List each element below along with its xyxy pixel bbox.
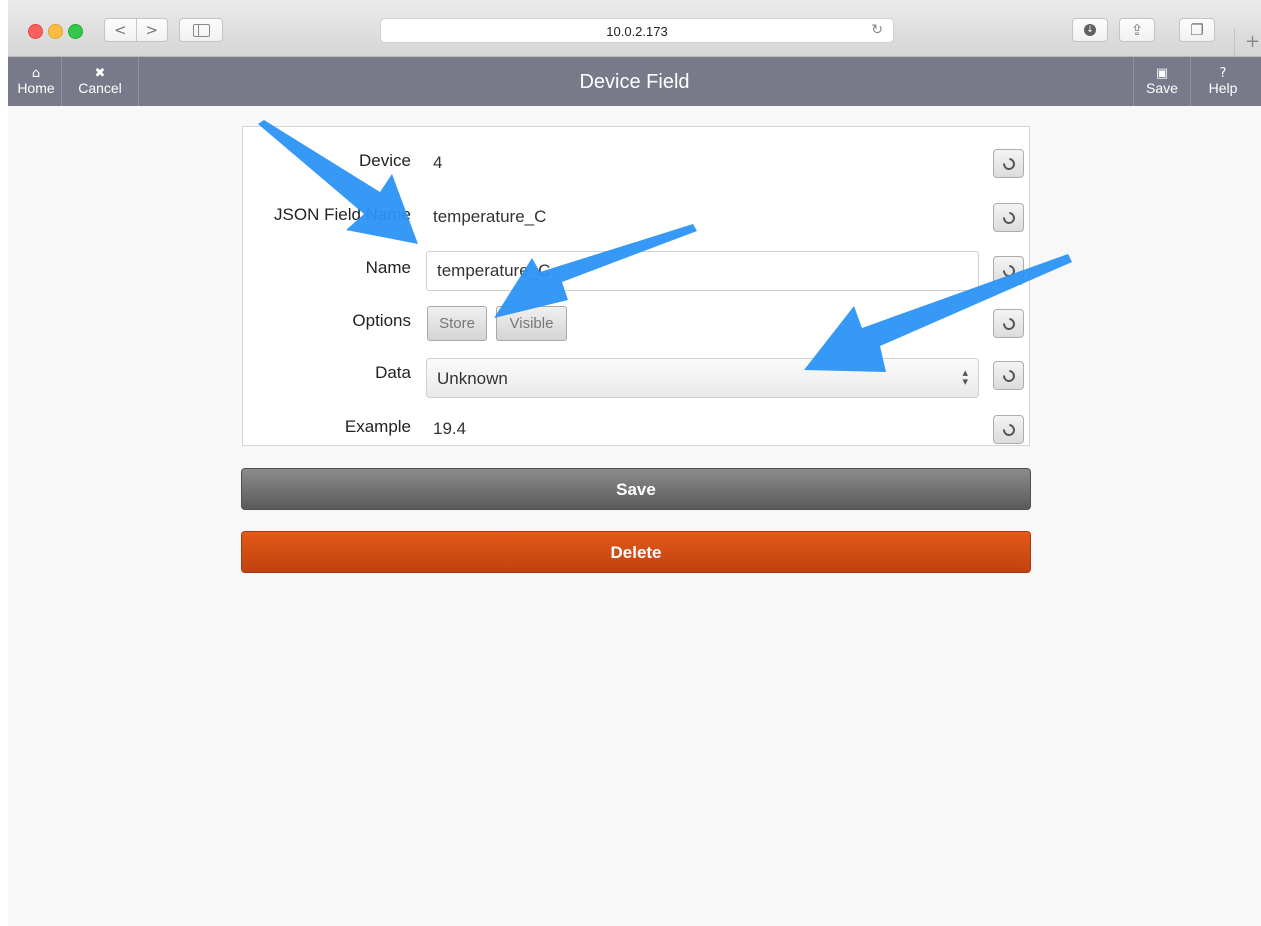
reset-icon [1000, 421, 1017, 438]
delete-button[interactable]: Delete [241, 531, 1031, 573]
device-label: Device [359, 151, 411, 170]
save-icon: ▣ [1155, 66, 1169, 81]
back-button[interactable]: < [105, 19, 137, 41]
name-input[interactable] [426, 251, 979, 291]
show-tabs-button[interactable]: ❐ [1179, 18, 1215, 42]
reset-json-field-button[interactable] [993, 203, 1024, 232]
example-row: Example 19.4 [243, 403, 1029, 447]
data-label: Data [375, 363, 411, 382]
device-field-form: Device 4 JSON Field Name temperature_C N… [242, 126, 1030, 446]
json-field-value: temperature_C [433, 207, 547, 226]
header-save-label: Save [1146, 80, 1178, 96]
share-icon: ⇪ [1130, 21, 1144, 39]
home-icon: ⌂ [31, 66, 41, 81]
back-forward-buttons: < > [104, 18, 168, 42]
reset-data-button[interactable] [993, 361, 1024, 390]
window-edge [0, 0, 8, 926]
store-toggle-button[interactable]: Store [427, 306, 487, 341]
data-type-value: Unknown [437, 369, 508, 388]
address-bar[interactable]: 10.0.2.173 ↻ [380, 18, 894, 43]
name-label: Name [365, 258, 411, 277]
downloads-button[interactable]: ↓ [1072, 18, 1108, 42]
reset-icon [1000, 367, 1017, 384]
example-value: 19.4 [433, 419, 467, 438]
close-icon: ✖ [94, 66, 106, 81]
reset-example-button[interactable] [993, 415, 1024, 444]
options-row: Options Store Visible [243, 297, 1029, 341]
device-row: Device 4 [243, 137, 1029, 181]
name-row: Name [243, 244, 1029, 291]
tabs-icon: ❐ [1190, 21, 1204, 39]
reset-device-button[interactable] [993, 149, 1024, 178]
reset-icon [1000, 155, 1017, 172]
reset-name-button[interactable] [993, 256, 1024, 285]
device-value: 4 [433, 153, 443, 172]
cancel-button[interactable]: ✖ Cancel [62, 57, 139, 106]
close-window-icon[interactable] [28, 24, 43, 39]
json-field-row: JSON Field Name temperature_C [243, 191, 1029, 235]
help-button[interactable]: ? Help [1190, 57, 1255, 106]
share-button[interactable]: ⇪ [1119, 18, 1155, 42]
sidebar-icon [192, 23, 210, 37]
data-type-select[interactable]: Unknown ▴ ▾ [426, 358, 979, 398]
reset-options-button[interactable] [993, 309, 1024, 338]
app-header: ⌂ Home ✖ Cancel Device Field ▣ Save ? He… [8, 57, 1261, 106]
minimize-window-icon[interactable] [48, 24, 63, 39]
help-icon: ? [1219, 66, 1227, 81]
home-label: Home [17, 80, 55, 96]
address-url: 10.0.2.173 [606, 24, 668, 39]
data-row: Data Unknown ▴ ▾ [243, 349, 1029, 398]
select-arrows-icon: ▴ ▾ [962, 366, 968, 388]
header-save-button[interactable]: ▣ Save [1133, 57, 1190, 106]
home-button[interactable]: ⌂ Home [11, 57, 62, 106]
reset-icon [1000, 315, 1017, 332]
zoom-window-icon[interactable] [68, 24, 83, 39]
example-label: Example [344, 417, 411, 436]
forward-button[interactable]: > [137, 19, 168, 41]
page-title: Device Field [579, 71, 690, 93]
new-tab-button[interactable]: + [1234, 28, 1261, 56]
browser-toolbar: < > 10.0.2.173 ↻ ↓ ⇪ ❐ + [8, 0, 1261, 57]
options-label: Options [352, 311, 411, 330]
json-field-label: JSON Field Name [274, 205, 411, 224]
reset-icon [1000, 262, 1017, 279]
reset-icon [1000, 209, 1017, 226]
cancel-label: Cancel [78, 80, 122, 96]
reload-icon[interactable]: ↻ [871, 22, 883, 38]
save-button[interactable]: Save [241, 468, 1031, 510]
download-icon: ↓ [1084, 24, 1096, 36]
help-label: Help [1208, 80, 1238, 96]
visible-toggle-button[interactable]: Visible [496, 306, 567, 341]
sidebar-toggle-button[interactable] [179, 18, 223, 42]
